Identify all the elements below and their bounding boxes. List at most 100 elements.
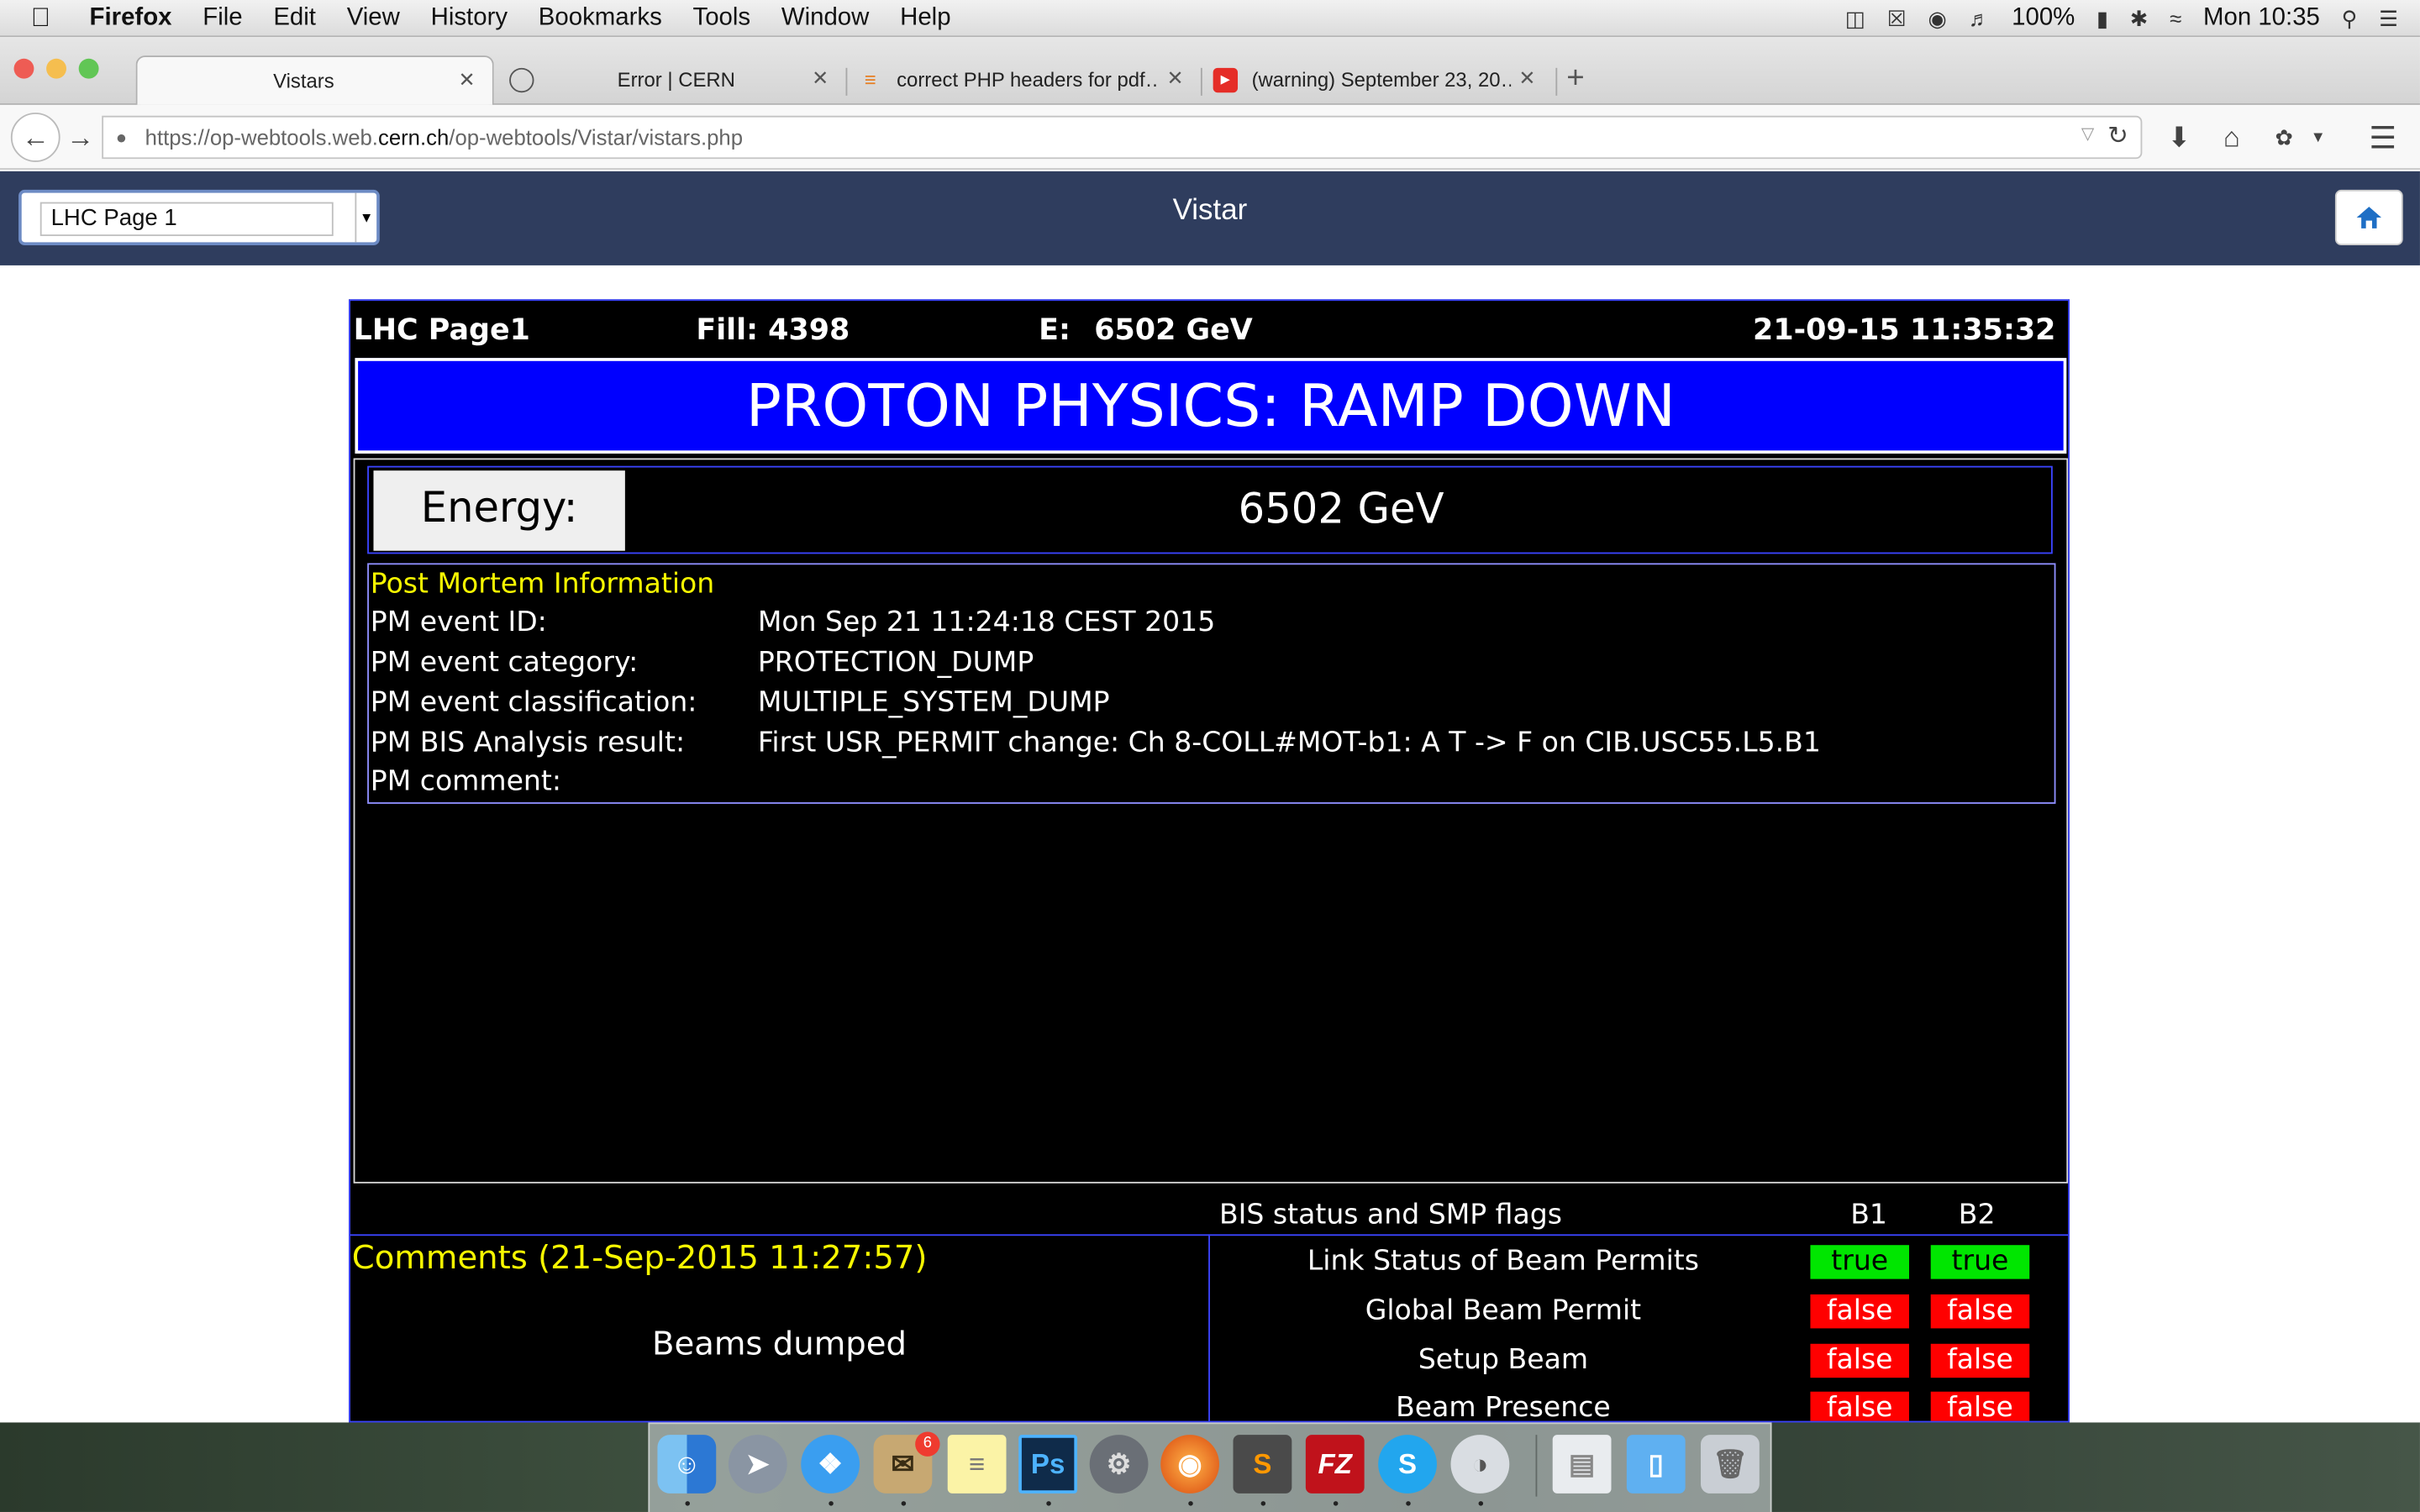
back-button[interactable]: ←	[10, 113, 60, 162]
main-info-box: Energy: 6502 GeV Post Mortem Information…	[353, 458, 2069, 1184]
screen:  Firefox File Edit View History Bookmar…	[0, 0, 2420, 1512]
url-dropdown-icon[interactable]: ▽	[2081, 123, 2095, 144]
bis-row-label: Beam Presence	[1396, 1391, 1611, 1423]
pm-label: PM event classification:	[370, 686, 697, 719]
menu-tools[interactable]: Tools	[693, 4, 751, 32]
dock-running-indicator	[1333, 1501, 1339, 1506]
dock-running-indicator	[1478, 1501, 1484, 1506]
tab-separator	[1200, 67, 1202, 96]
url-prefix: https://op-webtools.web.	[145, 124, 378, 150]
tab-error-cern[interactable]: Error | CERN ✕	[497, 55, 839, 105]
tab-close-icon[interactable]: ✕	[812, 66, 829, 91]
reload-icon[interactable]: ↻	[2107, 120, 2128, 151]
system-preferences-icon[interactable]: ⚙	[1089, 1435, 1149, 1494]
window-minimize-button[interactable]	[46, 58, 66, 79]
lock-icon[interactable]: ●	[116, 127, 127, 149]
bis-flag-b1: true	[1810, 1245, 1909, 1279]
beam-mode-banner: PROTON PHYSICS: RAMP DOWN	[355, 358, 2067, 454]
pm-label: PM BIS Analysis result:	[370, 727, 686, 759]
lhc-page-panel: LHC Page1 Fill: 4398 E: 6502 GeV 21-09-1…	[349, 299, 2070, 1423]
dock-running-indicator	[1260, 1501, 1266, 1506]
tab-separator	[1555, 67, 1558, 96]
browser-nav-bar: ← → ● https://op-webtools.web. cern.ch/op…	[0, 104, 2420, 171]
sequel-pro-icon[interactable]: ◑	[1450, 1435, 1510, 1494]
folder-icon[interactable]: ▯	[1626, 1435, 1686, 1494]
home-icon	[2356, 207, 2382, 228]
bis-title: BIS status and SMP flags	[1218, 1199, 1562, 1231]
bluetooth-icon[interactable]: ✱	[2130, 5, 2149, 31]
menu-app-name[interactable]: Firefox	[90, 4, 172, 32]
timestamp: 21-09-15 11:35:32	[1753, 312, 2056, 348]
menu-file[interactable]: File	[203, 4, 242, 32]
menubar-clock[interactable]: Mon 10:35	[2203, 5, 2320, 33]
tab-label: Vistars	[273, 69, 334, 93]
sync-icon[interactable]: ◉	[1928, 5, 1947, 31]
tab-label: correct PHP headers for pdf…	[897, 67, 1156, 92]
page-name: LHC Page1	[353, 312, 530, 348]
notification-center-icon[interactable]: ☰	[2379, 5, 2398, 31]
bis-col-b1: B1	[1850, 1199, 1887, 1231]
battery-icon[interactable]: ▮	[2096, 5, 2108, 31]
battery-percent[interactable]: 100%	[2012, 5, 2075, 33]
dock-separator	[1535, 1435, 1538, 1497]
downloads-icon[interactable]: ⬇	[2160, 118, 2197, 155]
firefox-icon[interactable]: ◉	[1160, 1435, 1219, 1494]
vistar-title: Vistar	[1172, 194, 1248, 227]
bis-flag-b1: false	[1810, 1294, 1909, 1329]
notes-icon[interactable]: ≡	[947, 1435, 1007, 1494]
safari-icon[interactable]: ❖	[801, 1435, 860, 1494]
trash-icon[interactable]: 🗑	[1701, 1435, 1760, 1494]
menu-edit[interactable]: Edit	[273, 4, 316, 32]
menu-window[interactable]: Window	[781, 4, 870, 32]
window-zoom-button[interactable]	[78, 58, 99, 79]
url-bar[interactable]: ● https://op-webtools.web. cern.ch/op-web…	[102, 115, 2143, 160]
tab-php-headers[interactable]: ≡ correct PHP headers for pdf… ✕	[852, 55, 1195, 105]
documents-icon[interactable]: ▤	[1552, 1435, 1612, 1494]
extension-icon[interactable]: ✿	[2265, 118, 2302, 155]
forward-button[interactable]: →	[61, 118, 98, 155]
skype-icon[interactable]: S	[1378, 1435, 1437, 1494]
tab-youtube-warning[interactable]: ▶ (warning) September 23, 20… ✕	[1207, 55, 1549, 105]
stackoverflow-icon: ≡	[864, 67, 876, 92]
comments-title: Comments (21-Sep-2015 11:27:57)	[351, 1238, 928, 1276]
apple-menu-icon[interactable]: 	[31, 3, 62, 34]
sublime-icon[interactable]: S	[1233, 1435, 1292, 1494]
menu-history[interactable]: History	[431, 4, 508, 32]
bis-flag-b2: true	[1930, 1245, 2030, 1279]
bis-row-label: Setup Beam	[1418, 1343, 1589, 1377]
airdrop-icon[interactable]: ◫	[1845, 5, 1865, 31]
tab-vistars[interactable]: Vistars ✕	[135, 55, 494, 105]
close-box-icon[interactable]: ☒	[1887, 5, 1907, 31]
tab-label: (warning) September 23, 20…	[1251, 67, 1512, 92]
pm-label: PM event ID:	[370, 606, 547, 639]
dock-running-indicator	[829, 1501, 834, 1506]
launchpad-icon[interactable]: ➤	[728, 1435, 787, 1494]
volume-icon[interactable]: ♬	[1969, 6, 1991, 30]
browser-tab-strip: Vistars ✕ Error | CERN ✕ ≡ correct PHP h…	[0, 37, 2420, 105]
energy-value: 6502 GeV	[1238, 486, 1444, 534]
spotlight-search-icon[interactable]: ⚲	[2342, 5, 2358, 31]
extension-dropdown-icon[interactable]: ▼	[2306, 118, 2330, 155]
bis-flag-b2: false	[1930, 1294, 2030, 1329]
menu-help[interactable]: Help	[900, 4, 950, 32]
tab-close-icon[interactable]: ✕	[458, 68, 475, 92]
wifi-icon[interactable]: ≈	[2170, 6, 2181, 30]
comments-text: Beams dumped	[652, 1325, 908, 1362]
tab-close-icon[interactable]: ✕	[1518, 66, 1535, 91]
tab-close-icon[interactable]: ✕	[1167, 66, 1184, 91]
hamburger-menu-icon[interactable]: ☰	[2365, 118, 2402, 155]
photoshop-icon[interactable]: Ps	[1018, 1435, 1078, 1494]
menu-bookmarks[interactable]: Bookmarks	[539, 4, 662, 32]
url-path: /op-webtools/Vistar/vistars.php	[449, 124, 743, 150]
energy-label: Energy:	[373, 470, 625, 551]
window-close-button[interactable]	[13, 58, 34, 79]
new-tab-button[interactable]: +	[1566, 61, 1584, 97]
mail-badge: 6	[915, 1431, 940, 1457]
home-icon[interactable]: ⌂	[2213, 118, 2250, 155]
bis-flag-b1: false	[1810, 1391, 1909, 1421]
menu-view[interactable]: View	[347, 4, 400, 32]
filezilla-icon[interactable]: FZ	[1305, 1435, 1365, 1494]
vistar-home-button[interactable]	[2334, 189, 2403, 246]
url-domain: cern.ch	[377, 124, 450, 150]
finder-icon[interactable]: ☺	[657, 1435, 717, 1494]
